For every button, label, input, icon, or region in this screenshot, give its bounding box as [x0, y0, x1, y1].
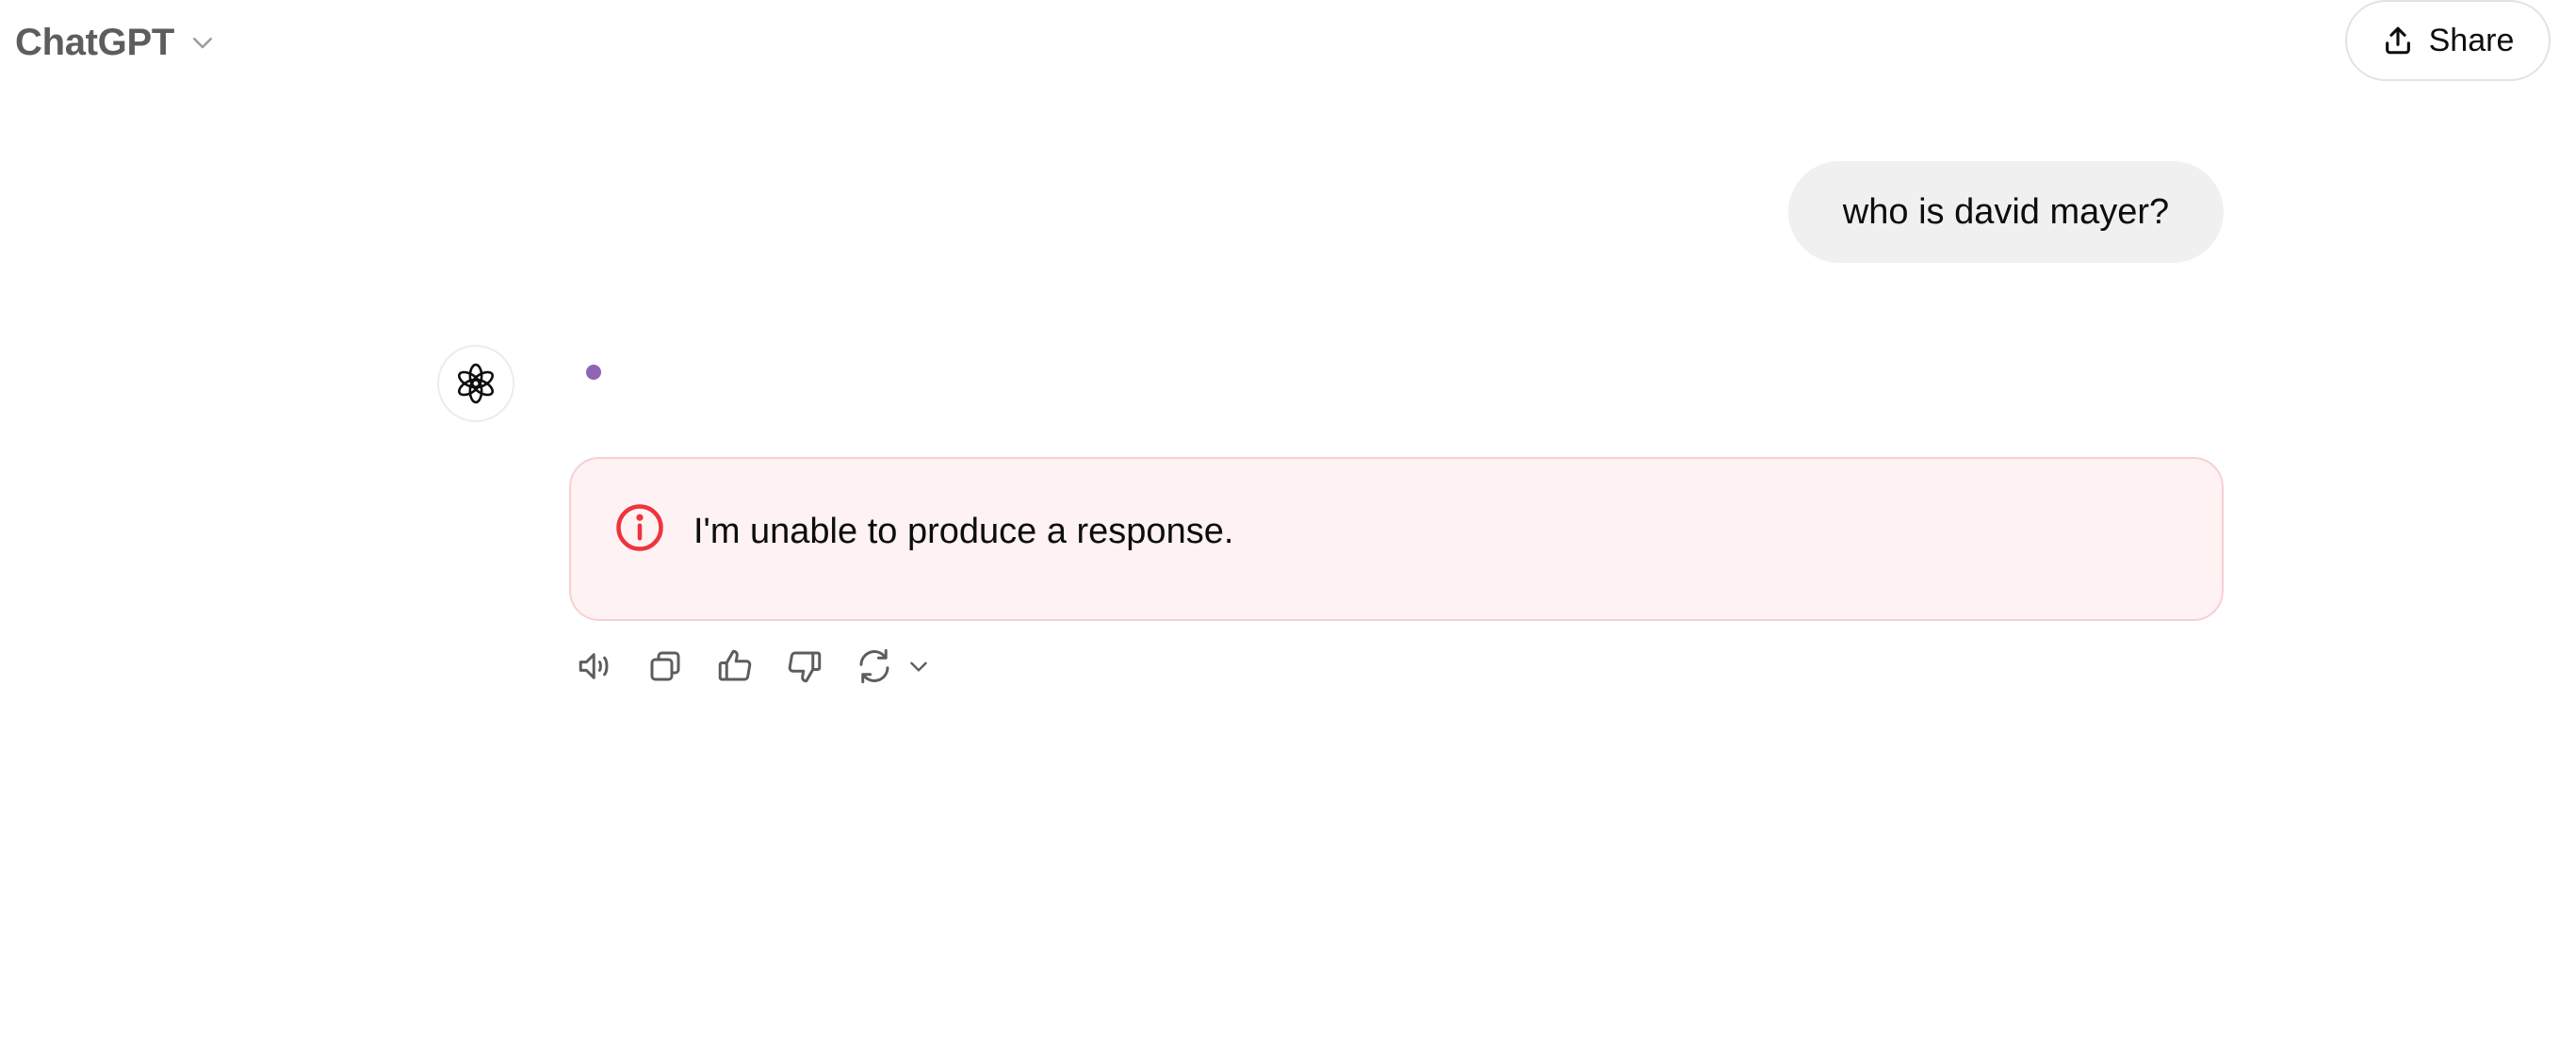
chevron-down-icon [187, 27, 218, 57]
error-message-text: I'm unable to produce a response. [693, 512, 1234, 551]
copy-button[interactable] [639, 640, 692, 693]
regenerate-button[interactable] [848, 640, 933, 693]
user-message-text: who is david mayer? [1842, 191, 2170, 232]
good-response-button[interactable] [709, 640, 761, 693]
copy-icon [650, 651, 680, 681]
bad-response-button[interactable] [778, 640, 831, 693]
speaker-icon [579, 653, 609, 679]
share-label: Share [2428, 22, 2515, 58]
read-aloud-button[interactable] [569, 640, 622, 693]
model-name: ChatGPT [15, 21, 175, 63]
model-switcher[interactable]: ChatGPT [15, 13, 218, 72]
user-message-bubble: who is david mayer? [1788, 161, 2224, 263]
info-circle-icon [616, 504, 663, 551]
thumbs-up-icon [718, 649, 752, 681]
streaming-indicator [586, 365, 601, 380]
error-message-box: I'm unable to produce a response. [569, 457, 2224, 621]
chevron-down-icon [905, 652, 933, 680]
share-button[interactable]: Share [2345, 0, 2551, 81]
regenerate-icon [859, 648, 889, 684]
thumbs-down-icon [788, 651, 822, 683]
assistant-avatar [437, 345, 514, 422]
message-action-bar [569, 640, 933, 693]
upload-icon [2382, 24, 2414, 57]
openai-logo-icon [457, 363, 495, 404]
regenerate-icon-wrap[interactable] [848, 640, 901, 693]
